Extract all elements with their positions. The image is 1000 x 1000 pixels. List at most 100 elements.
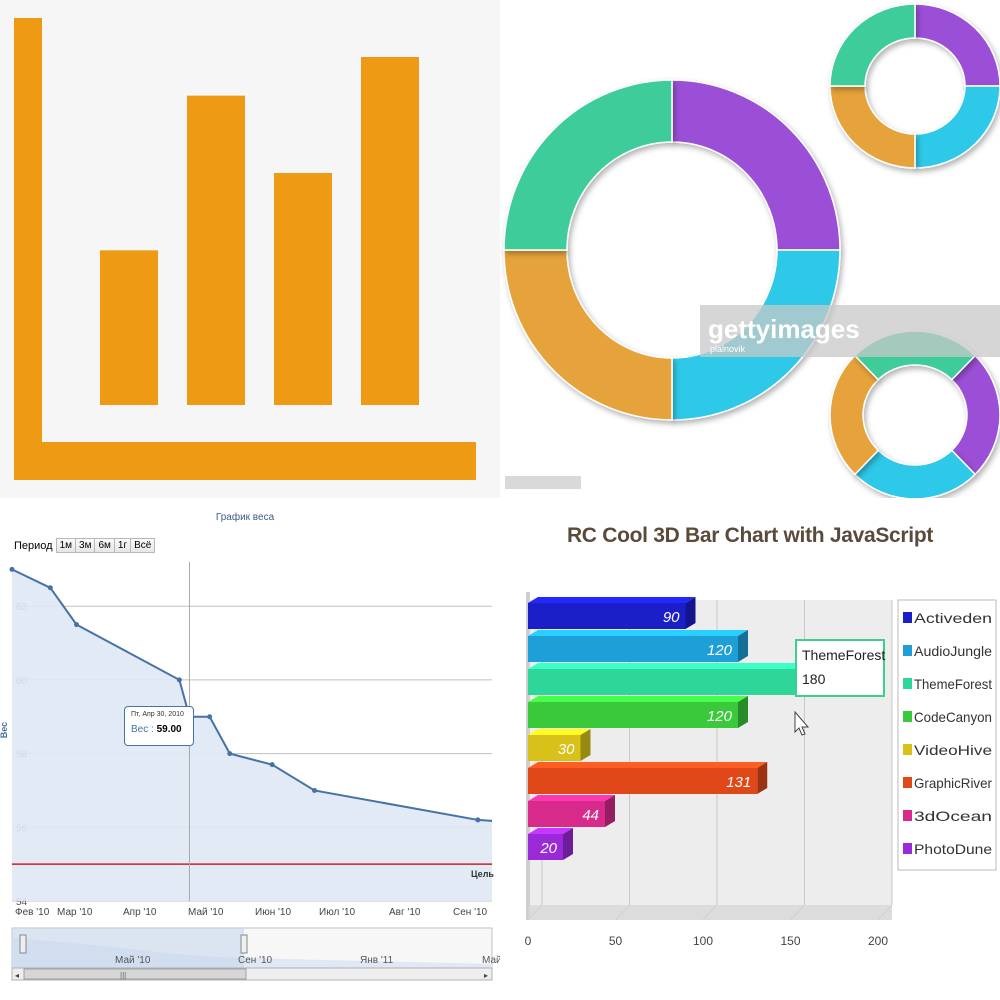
data-label: 44 <box>582 807 599 824</box>
weight-area-chart: 5456586062ВесЦельФев '10Мар '10Апр '10Ма… <box>0 562 500 981</box>
small-bottom-ring-segment <box>853 449 977 498</box>
scrollbar-grip: ||| <box>120 971 126 980</box>
data-point <box>269 762 275 768</box>
legend-label: 3dOcean <box>914 808 992 824</box>
chart-group: 0 50 100 150 200 90 120 180 120 30 131 44 20 Activede… <box>525 592 997 948</box>
legend-swatch <box>903 711 912 722</box>
bar-top <box>528 729 591 735</box>
bar <box>274 173 332 405</box>
x-tick-label: Фев '10 <box>15 907 50 918</box>
data-label: 120 <box>707 708 733 725</box>
orange-bar-chart <box>14 18 476 480</box>
navigator-label: Янв '11 <box>360 955 394 966</box>
legend-swatch <box>903 744 912 755</box>
x-axis-bar <box>14 442 476 480</box>
navigator-label: Май <box>482 955 500 966</box>
legend-swatch <box>903 645 912 656</box>
data-label: 131 <box>726 774 751 791</box>
scroll-right-arrow: ▸ <box>484 971 488 980</box>
legend-label: PhotoDune <box>914 841 992 857</box>
tooltip-date: Пт, Апр 30, 2010 <box>131 711 184 718</box>
navigator-handle-left <box>19 934 27 954</box>
bar-top <box>528 762 768 768</box>
bar-top <box>528 597 696 603</box>
data-point <box>9 566 15 572</box>
chart-tooltip: Пт, Апр 30, 2010 Вес : 59.00 <box>124 706 194 746</box>
small-top-ring-segment <box>829 85 916 169</box>
scrollbar-thumb <box>23 968 247 980</box>
scroll-left-arrow: ◂ <box>15 971 19 980</box>
data-point <box>475 817 481 823</box>
3d-bar-chart: 0 50 100 150 200 90 120 180 120 30 131 44 20 Activede… <box>525 592 997 948</box>
data-point <box>47 585 53 591</box>
x-tick-label: 50 <box>609 934 623 948</box>
tooltip-label: ThemeForest <box>802 647 885 663</box>
x-tick-label: 100 <box>693 934 713 948</box>
legend-swatch <box>903 843 912 854</box>
navigator-label: Сен '10 <box>238 955 273 966</box>
small-top-ring-segment <box>914 3 1000 87</box>
x-tick-label: 0 <box>525 934 532 948</box>
legend-swatch <box>903 612 912 623</box>
data-point <box>227 751 233 757</box>
plot-floor <box>528 905 892 920</box>
data-point <box>74 622 80 628</box>
x-tick-label: 200 <box>868 934 888 948</box>
data-point <box>176 677 182 683</box>
tooltip-value: 59.00 <box>156 724 182 735</box>
data-point <box>207 714 213 720</box>
x-tick-label: Мар '10 <box>57 907 93 918</box>
data-label: 30 <box>558 741 575 758</box>
x-tick-label: Май '10 <box>188 907 224 918</box>
legend-label: GraphicRiver <box>914 775 992 791</box>
watermark-footer <box>505 476 581 489</box>
navigator-label: Май '10 <box>115 955 151 966</box>
legend-label: CodeCanyon <box>914 709 992 725</box>
tooltip-key: Вес : <box>131 724 154 735</box>
y-axis-bar <box>14 18 42 480</box>
legend-swatch <box>903 777 912 788</box>
small-top-ring-segment <box>829 3 916 87</box>
legend-label: VideoHive <box>914 742 992 758</box>
data-label: 120 <box>707 642 733 659</box>
x-tick-label: Авг '10 <box>389 907 421 918</box>
data-label: 20 <box>539 840 557 857</box>
weight-chart-panel: График веса Период 1м 3м 6м 1г Всё 54565… <box>0 500 500 1000</box>
small-bottom-ring-segment <box>829 354 880 476</box>
data-point <box>312 787 318 793</box>
bar <box>187 95 245 406</box>
large-ring-segment <box>503 249 673 421</box>
bar <box>528 768 758 794</box>
data-label: 90 <box>663 609 680 626</box>
donut-chart-panel: gettyimages plalnovik <box>500 0 1000 498</box>
watermark-text: gettyimages <box>708 314 860 344</box>
x-tick-label: Июл '10 <box>319 907 356 918</box>
bar <box>361 57 419 405</box>
x-tick-label: Сен '10 <box>453 907 488 918</box>
legend-label: ThemeForest <box>914 676 992 692</box>
legend-label: AudioJungle <box>914 643 992 659</box>
bar-top <box>528 795 615 801</box>
watermark-credit: plalnovik <box>710 344 746 354</box>
tooltip-value: 180 <box>802 671 826 687</box>
x-tick-label: Июн '10 <box>255 907 291 918</box>
small-bottom-ring-segment <box>950 354 1000 476</box>
large-ring-segment <box>671 79 841 251</box>
x-tick-label: 150 <box>780 934 800 948</box>
legend-swatch <box>903 810 912 821</box>
x-tick-label: Апр '10 <box>123 907 157 918</box>
small-top-ring-segment <box>914 85 1000 169</box>
orange-bar-chart-panel <box>0 0 500 498</box>
bar-top <box>528 696 748 702</box>
legend-box <box>897 599 997 871</box>
bar <box>100 250 158 405</box>
large-ring-segment <box>503 79 673 251</box>
bar-top <box>528 630 748 636</box>
navigator-handle-right <box>240 934 248 954</box>
y-axis-label: Вес <box>0 722 9 738</box>
legend-swatch <box>903 678 912 689</box>
donut-chart: gettyimagesplalnovik <box>503 3 1000 498</box>
target-label: Цель <box>471 869 494 879</box>
3d-bar-chart-panel: RC Cool 3D Bar Chart with JavaScript 0 50… <box>500 500 1000 1000</box>
legend-label: Activeden <box>914 610 992 626</box>
